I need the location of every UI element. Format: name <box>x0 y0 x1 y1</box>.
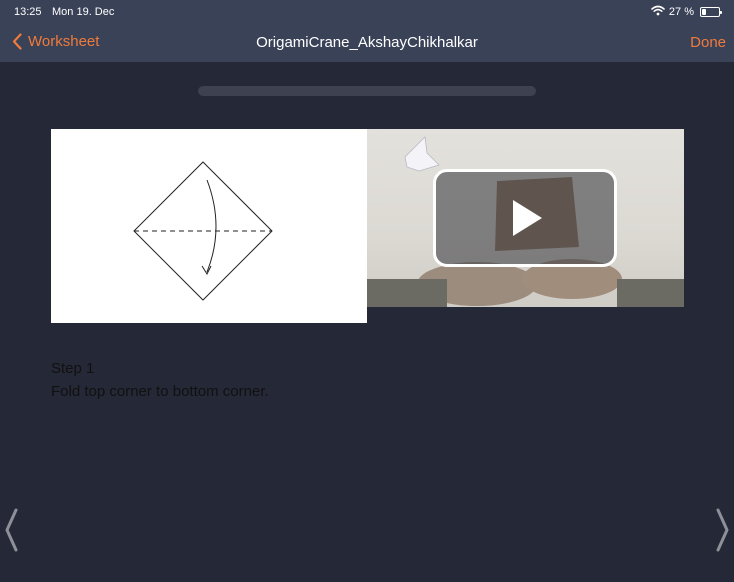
fold-diagram <box>51 129 367 323</box>
chevron-right-icon <box>716 508 729 552</box>
play-button[interactable] <box>433 169 617 267</box>
video-player[interactable] <box>367 129 684 307</box>
battery-icon <box>700 7 722 17</box>
battery-percent: 27 % <box>668 6 694 18</box>
chevron-left-icon <box>5 508 18 552</box>
step-title: Step 1 <box>51 360 95 377</box>
previous-step-button[interactable] <box>4 508 18 557</box>
status-right: 27 % <box>651 5 722 19</box>
play-icon <box>513 200 542 236</box>
done-button[interactable]: Done <box>690 34 726 51</box>
step-instruction: Fold top corner to bottom corner. <box>51 383 269 400</box>
status-time: 13:25 <box>14 6 42 18</box>
wifi-icon <box>651 5 665 19</box>
status-bar: 13:25 Mon 19. Dec 27 % <box>0 0 734 24</box>
nav-bar: Worksheet OrigamiCrane_AkshayChikhalkar … <box>0 24 734 62</box>
next-step-button[interactable] <box>716 508 730 557</box>
status-date: Mon 19. Dec <box>52 6 115 18</box>
sheet-grabber[interactable] <box>198 86 536 96</box>
page-title: OrigamiCrane_AkshayChikhalkar <box>256 34 478 51</box>
